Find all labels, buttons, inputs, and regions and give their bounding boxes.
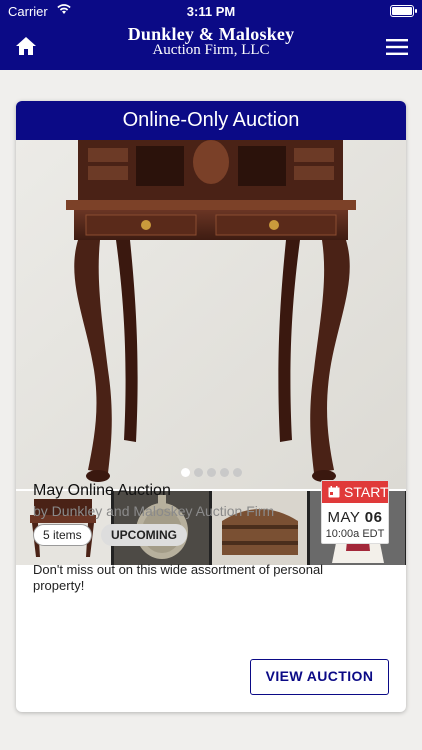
status-badge: UPCOMING [101,524,187,546]
start-time: 10:00a EDT [325,528,385,540]
auctioneer-label: by Dunkley and Maloskey Auction Firm [33,503,275,519]
status-time: 3:11 PM [186,4,236,19]
carousel-dot[interactable] [180,468,190,477]
battery-icon [390,5,417,17]
card-title: Online-Only Auction [16,101,406,140]
desk-photo [16,140,406,489]
start-date-box: START MAY 06 10:00a EDT [321,480,389,544]
carousel-dot[interactable] [219,468,229,477]
auction-description: Don't miss out on this wide assortment o… [33,562,324,593]
carousel-dot[interactable] [193,468,203,477]
start-date-header: START [322,481,389,503]
carousel-dot[interactable] [232,468,242,477]
top-bar: Carrier 3:11 PM Dunkley & Maloskey Aucti… [0,0,422,70]
auction-card: Online-Only Auction May Online Auction b… [16,101,406,712]
view-auction-button[interactable]: VIEW AUCTION [250,659,389,695]
status-bar: Carrier 3:11 PM [0,0,422,22]
start-date: MAY 06 [322,509,388,526]
start-label: START [344,484,389,500]
start-month: MAY [327,509,361,526]
start-day: 06 [364,509,383,526]
brand-line-1: Dunkley & Maloskey [127,24,295,44]
brand-logo: Dunkley & Maloskey Auction Firm, LLC [80,24,342,58]
brand-line-2: Auction Firm, LLC [152,42,270,58]
auction-title[interactable]: May Online Auction [33,482,171,500]
home-icon[interactable] [14,34,38,58]
items-count-badge: 5 items [33,524,92,546]
hero-image-carousel[interactable] [16,140,406,489]
calendar-icon [328,486,340,498]
hamburger-menu-icon[interactable] [386,38,408,56]
carousel-dot[interactable] [206,468,216,477]
